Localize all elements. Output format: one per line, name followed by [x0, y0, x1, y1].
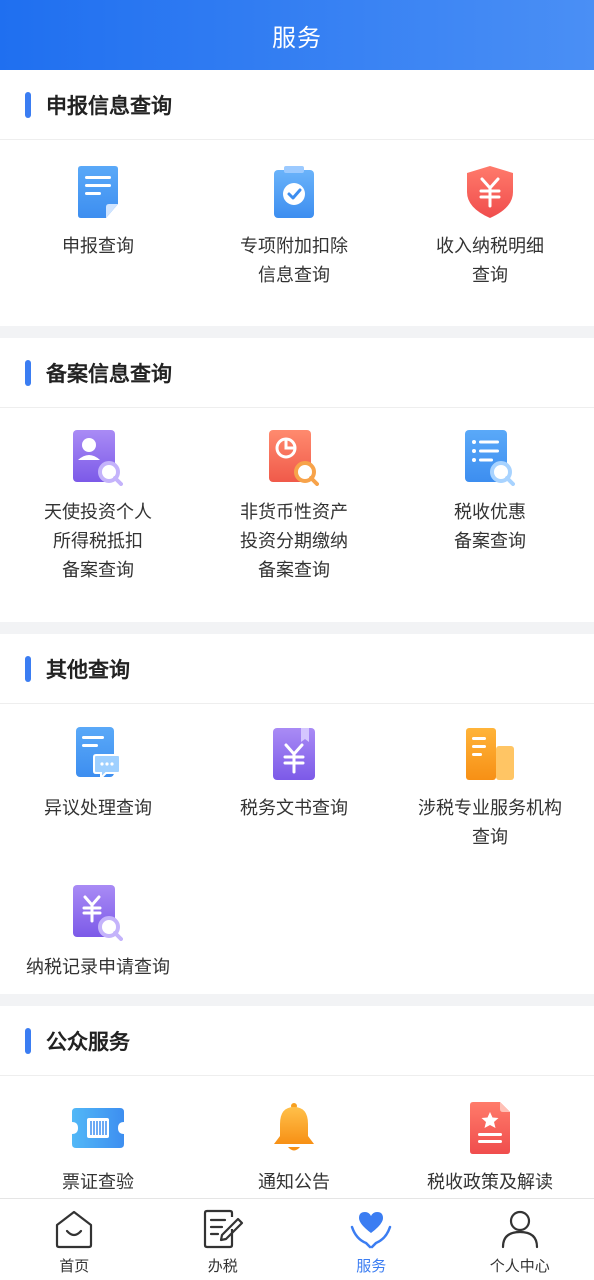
building-icon: [464, 726, 516, 782]
item-label: 天使投资个人 所得税抵扣 备案查询: [44, 502, 152, 581]
ticket-verification-item[interactable]: 票证查验: [0, 1100, 196, 1198]
item-label: 专项附加扣除 信息查询: [240, 236, 348, 286]
tab-label: 首页: [59, 1257, 90, 1275]
document-icon: [72, 164, 124, 220]
tax-service-agency-query-item[interactable]: 涉税专业服务机构 查询: [392, 726, 588, 865]
notice-announcement-item[interactable]: 通知公告: [196, 1100, 392, 1198]
yuan-search-icon: [72, 884, 124, 941]
item-label: 收入纳税明细 查询: [436, 236, 544, 286]
message-doc-icon: [72, 726, 124, 782]
section-header: 备案信息查询: [0, 338, 594, 408]
non-monetary-asset-filing-item[interactable]: 非货币性资产 投资分期缴纳 备案查询: [196, 430, 392, 622]
angel-investment-filing-item[interactable]: 天使投资个人 所得税抵扣 备案查询: [0, 430, 196, 622]
user-icon: [499, 1209, 541, 1253]
declaration-query-item[interactable]: 申报查询: [0, 164, 196, 326]
item-label: 非货币性资产 投资分期缴纳 备案查询: [240, 502, 348, 581]
item-label: 税收优惠 备案查询: [454, 502, 526, 552]
item-label: 纳税记录申请查询: [26, 956, 170, 978]
section-title: 其他查询: [46, 657, 130, 682]
pie-search-icon: [268, 430, 320, 486]
list-search-icon: [464, 430, 516, 486]
bottom-tab-bar: 首页 办税 服务 个人中心: [0, 1198, 594, 1280]
section-divider: [0, 994, 594, 1006]
section-filing-query: 备案信息查询 天使投资个人 所得税抵扣 备案查询 非货币性资产 投资分期缴纳 备…: [0, 338, 594, 622]
section-header: 申报信息查询: [0, 70, 594, 140]
barcode-ticket-icon: [72, 1100, 124, 1156]
tab-tax-handling[interactable]: 办税: [149, 1199, 298, 1280]
section-bar: [25, 91, 31, 118]
objection-handling-query-item[interactable]: 异议处理查询: [0, 726, 196, 865]
item-label: 异议处理查询: [44, 798, 152, 819]
tab-label: 办税: [207, 1257, 238, 1275]
section-divider: [0, 326, 594, 338]
tab-personal-center[interactable]: 个人中心: [446, 1199, 594, 1280]
bell-icon: [268, 1100, 320, 1156]
section-declaration-query: 申报信息查询 申报查询 专项附加扣除 信息查询 收入纳税明细 查询: [0, 70, 594, 326]
item-label: 税收政策及解读: [427, 1172, 553, 1193]
tab-service[interactable]: 服务: [297, 1199, 446, 1280]
item-label: 票证查验: [62, 1172, 134, 1193]
tab-home[interactable]: 首页: [0, 1199, 149, 1280]
item-label: 通知公告: [258, 1172, 330, 1193]
person-search-icon: [72, 430, 124, 486]
section-header: 公众服务: [0, 1006, 594, 1076]
income-tax-detail-query-item[interactable]: 收入纳税明细 查询: [392, 164, 588, 326]
section-header: 其他查询: [0, 634, 594, 704]
section-bar: [25, 1027, 31, 1054]
section-public-service: 公众服务 票证查验 通知公告 税收政策及解读: [0, 1006, 594, 1198]
section-title: 申报信息查询: [46, 93, 172, 118]
heart-hands-icon: [350, 1209, 392, 1253]
tab-label: 个人中心: [489, 1257, 550, 1275]
special-deduction-query-item[interactable]: 专项附加扣除 信息查询: [196, 164, 392, 326]
header: 服务: [0, 0, 594, 70]
item-label: 申报查询: [62, 236, 134, 257]
section-other-query: 其他查询 异议处理查询 税务文书查询 涉税专业服务机构 查询 纳税记录申请查询: [0, 634, 594, 994]
tab-label: 服务: [356, 1257, 387, 1275]
yuan-book-icon: [268, 726, 320, 782]
section-bar: [25, 655, 31, 682]
section-title: 备案信息查询: [46, 361, 172, 386]
section-bar: [25, 359, 31, 386]
clipboard-check-icon: [268, 164, 320, 220]
yuan-shield-icon: [464, 164, 516, 220]
star-document-icon: [464, 1100, 516, 1156]
section-divider: [0, 622, 594, 634]
edit-doc-icon: [202, 1209, 244, 1253]
section-title: 公众服务: [46, 1029, 130, 1054]
page-title: 服务: [272, 23, 322, 52]
item-label: 税务文书查询: [240, 798, 348, 819]
tax-document-query-item[interactable]: 税务文书查询: [196, 726, 392, 865]
tax-preference-filing-item[interactable]: 税收优惠 备案查询: [392, 430, 588, 622]
service-content[interactable]: 申报信息查询 申报查询 专项附加扣除 信息查询 收入纳税明细 查询 备案信息查询…: [0, 70, 594, 1198]
tax-policy-interpretation-item[interactable]: 税收政策及解读: [392, 1100, 588, 1198]
item-label: 涉税专业服务机构 查询: [418, 798, 562, 848]
home-icon: [53, 1209, 95, 1253]
tax-record-request-query-item[interactable]: 纳税记录申请查询: [0, 884, 196, 995]
